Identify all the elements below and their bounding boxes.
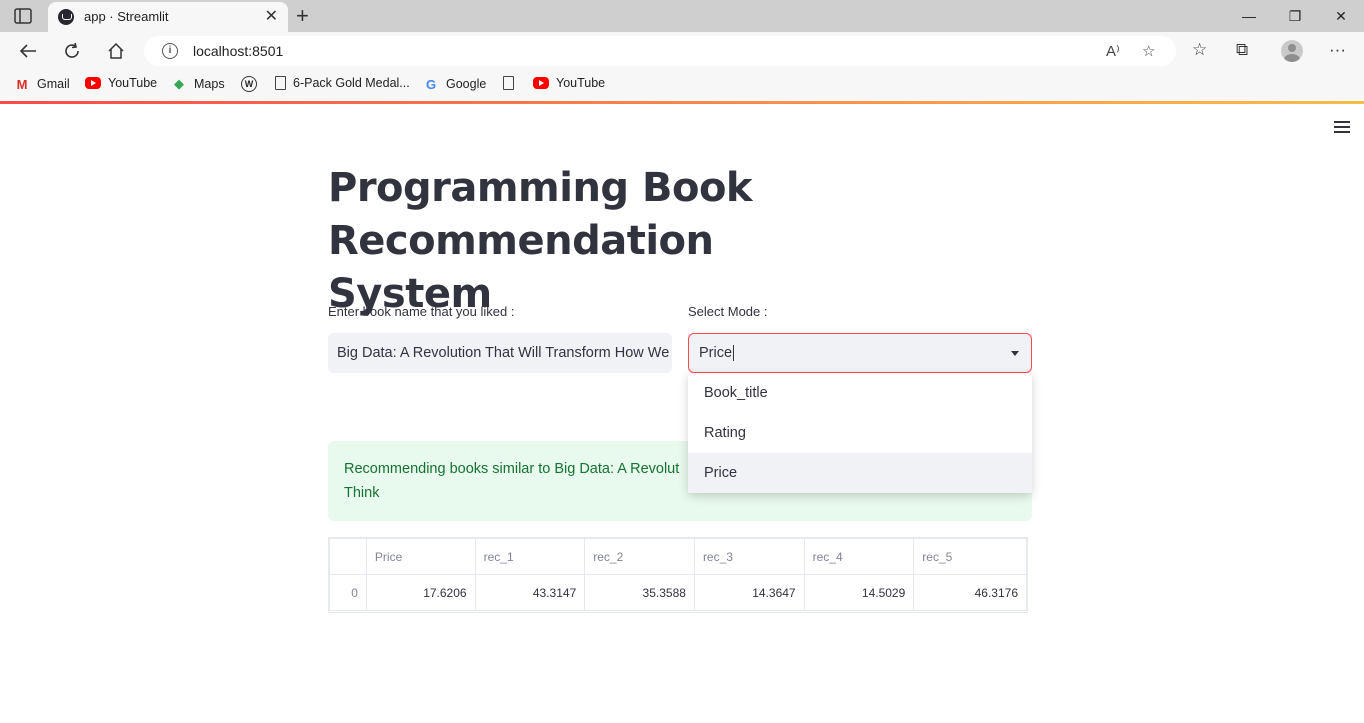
table-row: 0 17.6206 43.3147 35.3588 14.3647 14.502…: [329, 574, 1027, 611]
address-bar[interactable]: i localhost:8501 A⁾ ☆: [144, 36, 1176, 66]
main-menu-icon[interactable]: [1334, 121, 1350, 133]
collections-icon[interactable]: ⧉: [1236, 40, 1248, 60]
column-header[interactable]: rec_2: [584, 538, 695, 575]
close-tab-icon[interactable]: ✕: [265, 6, 278, 26]
recommendation-table[interactable]: Price rec_1 rec_2 rec_3 rec_4 rec_5 0 17…: [328, 537, 1028, 613]
minimize-icon[interactable]: —: [1226, 0, 1272, 32]
bookmark-label: Maps: [194, 77, 225, 91]
wikipedia-icon: W: [241, 76, 257, 92]
book-name-input[interactable]: Big Data: A Revolution That Will Transfo…: [328, 333, 672, 373]
browser-tab-active[interactable]: app · Streamlit ✕: [48, 2, 288, 32]
mode-select-value: Price: [699, 345, 733, 361]
table-cell[interactable]: 35.3588: [584, 574, 695, 611]
mode-select-dropdown: Book_title Rating Price: [688, 373, 1032, 493]
table-cell[interactable]: 43.3147: [474, 574, 586, 611]
bookmark-wikipedia[interactable]: W: [241, 76, 264, 92]
bookmark-label: YouTube: [556, 76, 606, 90]
table-cell[interactable]: 14.3647: [693, 574, 805, 611]
column-header[interactable]: Price: [365, 538, 476, 575]
streamlit-header-decoration: [0, 101, 1364, 104]
profile-avatar[interactable]: [1281, 40, 1303, 62]
table-cell[interactable]: 17.6206: [365, 574, 476, 611]
page-title: Programming Book Recommendation System: [328, 165, 753, 317]
bookmark-label: Google: [446, 77, 487, 91]
youtube-icon: [533, 77, 549, 89]
row-index: 0: [329, 574, 367, 611]
option-price[interactable]: Price: [688, 453, 1032, 493]
bookmark-6-pack[interactable]: 6-Pack Gold Medal...: [275, 76, 410, 90]
gmail-icon: M: [16, 76, 28, 92]
bookmark-youtube-2[interactable]: YouTube: [533, 76, 605, 90]
book-input-label: Enter book name that you liked :: [328, 304, 515, 319]
more-options-icon[interactable]: ···: [1329, 40, 1346, 60]
bookmark-label: YouTube: [108, 76, 158, 90]
bookmark-label: Gmail: [37, 77, 70, 91]
browser-toolbar: i localhost:8501 A⁾ ☆ ☆ ⧉ ···: [0, 32, 1364, 70]
google-icon: G: [425, 76, 437, 92]
read-aloud-icon[interactable]: A⁾: [1106, 42, 1120, 60]
favorites-icon[interactable]: ☆: [1192, 40, 1207, 60]
option-book-title[interactable]: Book_title: [688, 373, 1032, 413]
bookmark-youtube[interactable]: YouTube: [85, 76, 157, 90]
column-header[interactable]: rec_3: [693, 538, 805, 575]
table-header-row: Price rec_1 rec_2 rec_3 rec_4 rec_5: [329, 538, 1027, 575]
tab-title: app · Streamlit: [84, 9, 169, 24]
bookmark-label: 6-Pack Gold Medal...: [293, 76, 410, 90]
text-caret: [733, 345, 735, 362]
streamlit-favicon-icon: [58, 9, 74, 25]
bookmark-document[interactable]: [503, 76, 521, 90]
document-icon: [275, 76, 286, 90]
column-header[interactable]: rec_4: [803, 538, 915, 575]
bookmark-maps[interactable]: ◆ Maps: [171, 76, 225, 92]
new-tab-icon[interactable]: +: [296, 3, 309, 29]
bookmarks-bar: M Gmail YouTube ◆ Maps W 6-Pack Gold Med…: [0, 70, 1364, 100]
chevron-down-icon[interactable]: [1011, 351, 1019, 356]
option-rating[interactable]: Rating: [688, 413, 1032, 453]
index-header: [329, 538, 367, 575]
mode-select[interactable]: Price: [688, 333, 1032, 373]
url-text[interactable]: localhost:8501: [193, 43, 283, 59]
back-icon[interactable]: [17, 40, 39, 62]
document-icon: [503, 76, 514, 90]
youtube-icon: [85, 77, 101, 89]
maps-icon: ◆: [174, 76, 184, 91]
close-window-icon[interactable]: ✕: [1318, 0, 1364, 32]
column-header[interactable]: rec_1: [474, 538, 586, 575]
refresh-icon[interactable]: [61, 40, 83, 62]
bookmark-gmail[interactable]: M Gmail: [14, 76, 70, 92]
restore-icon[interactable]: ❐: [1272, 0, 1318, 32]
home-icon[interactable]: [105, 40, 127, 62]
bookmark-google[interactable]: G Google: [423, 76, 486, 92]
browser-tab-bar: app · Streamlit ✕ + — ❐ ✕: [0, 0, 1364, 32]
column-header[interactable]: rec_5: [913, 538, 1027, 575]
window-controls: — ❐ ✕: [1226, 0, 1364, 32]
tab-actions-icon[interactable]: [14, 8, 32, 24]
mode-select-label: Select Mode :: [688, 304, 768, 319]
add-favorite-icon[interactable]: ☆: [1142, 42, 1155, 60]
table-cell[interactable]: 14.5029: [803, 574, 915, 611]
site-info-icon[interactable]: i: [162, 43, 178, 59]
table-cell[interactable]: 46.3176: [913, 574, 1027, 611]
